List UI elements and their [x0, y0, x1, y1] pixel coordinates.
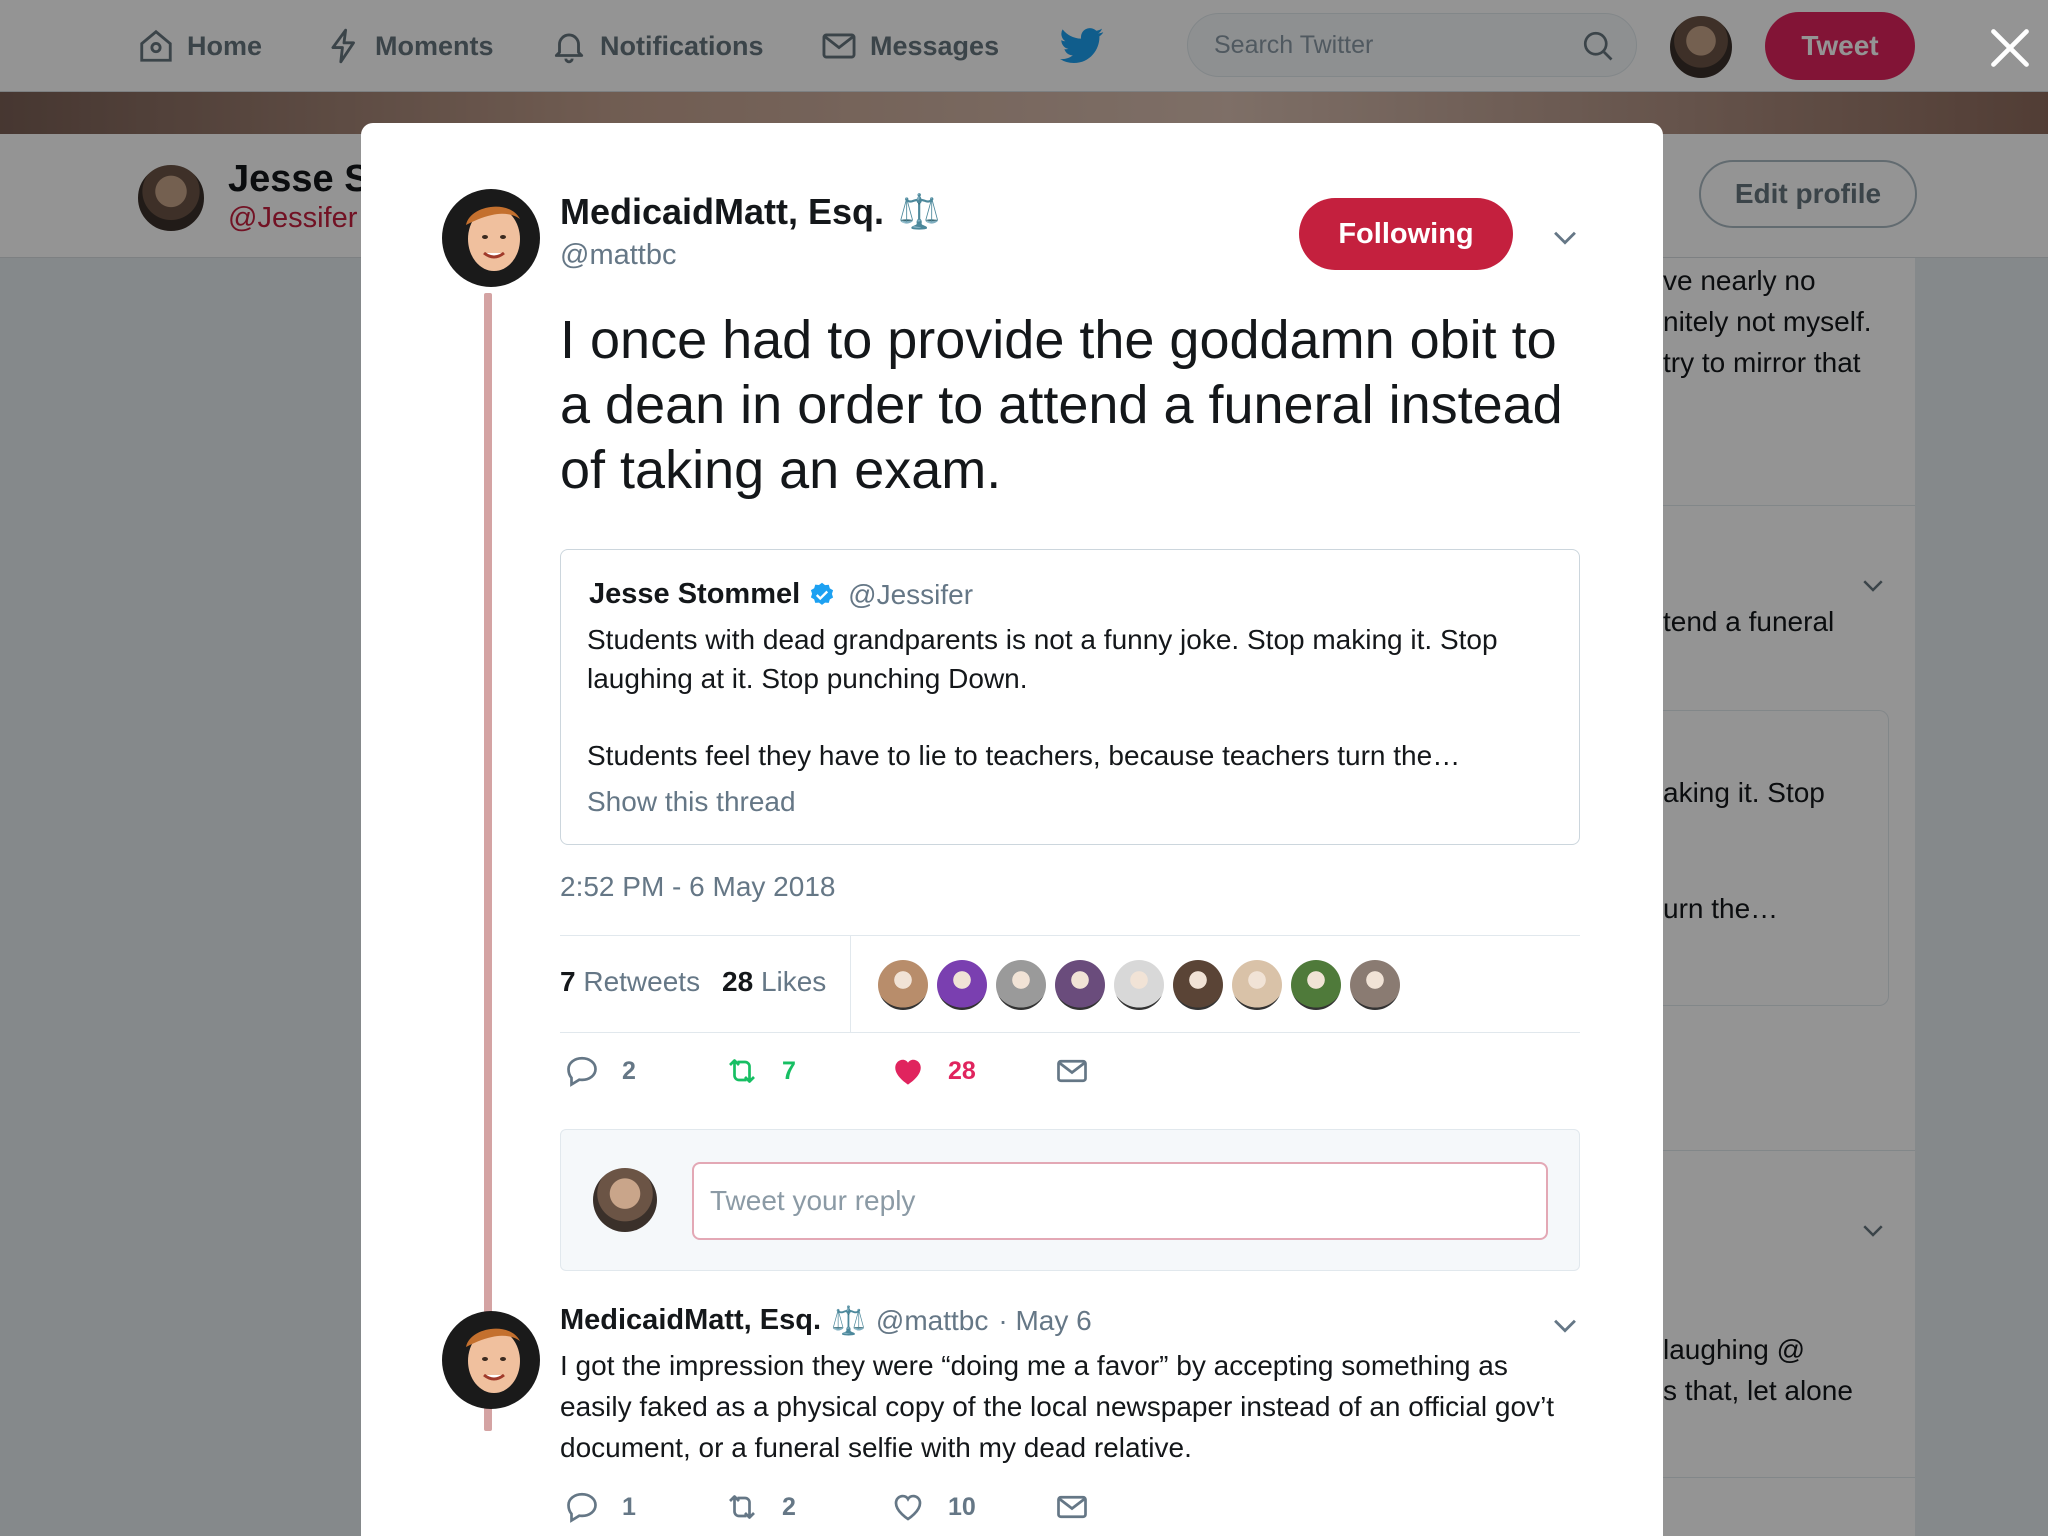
tweet-modal: MedicaidMatt, Esq. ⚖️ @mattbc Following …	[361, 123, 1663, 1536]
liker-avatar[interactable]	[1173, 960, 1223, 1010]
liker-avatar[interactable]	[996, 960, 1046, 1010]
liker-avatar[interactable]	[1232, 960, 1282, 1010]
liker-avatar[interactable]	[1055, 960, 1105, 1010]
quoted-tweet-text: Students with dead grandparents is not a…	[587, 624, 1498, 694]
reply-author-name[interactable]: MedicaidMatt, Esq.	[560, 1304, 821, 1337]
retweets-count: 7	[560, 966, 576, 997]
tweet-actions: 2 7 28	[560, 1053, 1580, 1123]
reply-header: MedicaidMatt, Esq. ⚖️ @mattbc · May 6	[560, 1304, 1092, 1337]
retweet-count: 7	[782, 1056, 796, 1085]
author-name-row: MedicaidMatt, Esq. ⚖️	[560, 191, 940, 233]
verified-badge-icon	[811, 582, 834, 605]
scales-icon: ⚖️	[898, 193, 941, 231]
heart-icon	[894, 1494, 922, 1521]
quoted-tweet[interactable]: Jesse Stommel @Jessifer Students with de…	[560, 549, 1580, 845]
quoted-tweet-header: Jesse Stommel @Jessifer	[589, 578, 973, 611]
author-handle[interactable]: @mattbc	[560, 239, 676, 272]
tweet-text: I once had to provide the goddamn obit t…	[560, 310, 1563, 500]
like-action[interactable]: 10	[890, 1489, 976, 1525]
envelope-icon	[1057, 1495, 1087, 1519]
engagement-stats: 7 Retweets 28 Likes	[560, 935, 1580, 1033]
liker-avatar[interactable]	[1114, 960, 1164, 1010]
reply-icon	[567, 1492, 597, 1523]
reply-icon	[567, 1056, 597, 1087]
following-button[interactable]: Following	[1299, 198, 1513, 270]
envelope-icon	[1057, 1059, 1087, 1083]
chevron-down-icon[interactable]	[1548, 1308, 1582, 1342]
reply-count: 2	[622, 1056, 636, 1085]
author-face-image	[442, 189, 540, 287]
liker-avatar[interactable]	[937, 960, 987, 1010]
reply-input[interactable]	[692, 1162, 1548, 1240]
message-action[interactable]	[1054, 1489, 1090, 1525]
heart-filled-icon	[895, 1059, 921, 1085]
like-action[interactable]: 28	[890, 1053, 976, 1089]
reply-author-avatar[interactable]	[442, 1311, 540, 1409]
retweets-label: Retweets	[583, 966, 701, 997]
author-name[interactable]: MedicaidMatt, Esq.	[560, 191, 884, 233]
author-avatar[interactable]	[442, 189, 540, 287]
quoted-tweet-text-continued: Students feel they have to lie to teache…	[587, 740, 1461, 771]
likes-stat[interactable]: 28 Likes	[722, 966, 826, 998]
reply-count: 1	[622, 1492, 636, 1521]
liker-avatar[interactable]	[1291, 960, 1341, 1010]
close-icon[interactable]	[1988, 26, 2032, 70]
retweet-action[interactable]: 7	[724, 1053, 796, 1089]
show-thread-link[interactable]: Show this thread	[587, 786, 796, 818]
liker-avatar[interactable]	[878, 960, 928, 1010]
like-count: 10	[948, 1492, 976, 1521]
retweet-action[interactable]: 2	[724, 1489, 796, 1525]
retweet-icon	[729, 1495, 755, 1519]
liker-avatar[interactable]	[1350, 960, 1400, 1010]
retweet-icon	[729, 1059, 755, 1083]
likes-count: 28	[722, 966, 754, 997]
message-action[interactable]	[1054, 1053, 1090, 1089]
like-count: 28	[948, 1056, 976, 1085]
likes-label: Likes	[760, 966, 827, 997]
reply-action[interactable]: 1	[564, 1489, 636, 1525]
quoted-author-name: Jesse Stommel	[589, 578, 801, 610]
reply-text: I got the impression they were “doing me…	[560, 1350, 1555, 1463]
reply-author-face-image	[442, 1311, 540, 1409]
reply-actions: 1 2 10	[560, 1489, 1580, 1536]
composer-avatar	[593, 1168, 657, 1232]
retweets-stat[interactable]: 7 Retweets	[560, 966, 700, 998]
thread-connector	[484, 293, 492, 1431]
retweet-count: 2	[782, 1492, 796, 1521]
reply-author-handle[interactable]: @mattbc	[876, 1305, 988, 1337]
chevron-down-icon[interactable]	[1548, 220, 1582, 254]
reply-date[interactable]: · May 6	[998, 1305, 1091, 1337]
quoted-author-handle: @Jessifer	[848, 578, 974, 610]
stats-divider	[850, 936, 851, 1033]
reply-composer	[560, 1129, 1580, 1271]
tweet-timestamp[interactable]: 2:52 PM - 6 May 2018	[560, 871, 835, 903]
reply-action[interactable]: 2	[564, 1053, 636, 1089]
scales-icon: ⚖️	[831, 1305, 866, 1336]
